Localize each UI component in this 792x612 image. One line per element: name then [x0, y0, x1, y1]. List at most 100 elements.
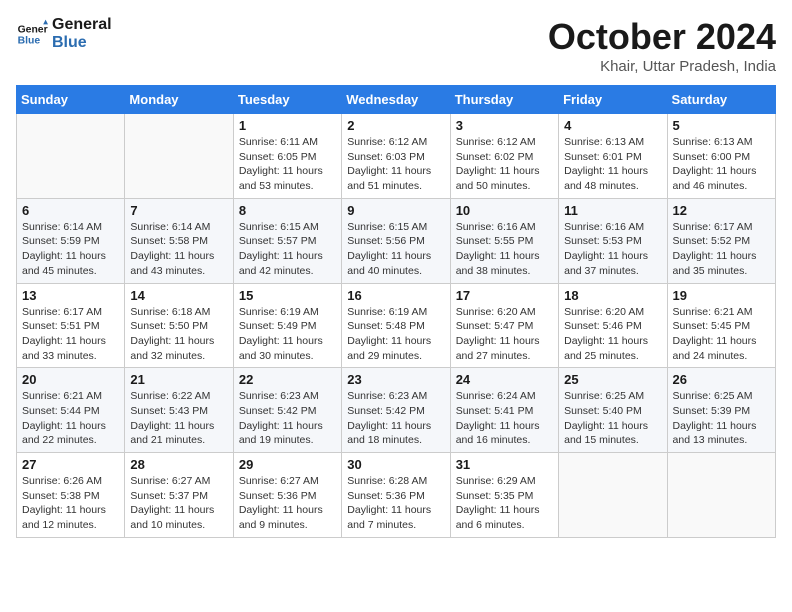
title-area: October 2024 Khair, Uttar Pradesh, India: [548, 16, 776, 75]
page-header: General Blue General Blue October 2024 K…: [16, 16, 776, 75]
day-info: Sunrise: 6:14 AM Sunset: 5:59 PM Dayligh…: [22, 220, 119, 279]
day-number: 18: [564, 288, 661, 303]
day-number: 28: [130, 457, 227, 472]
day-number: 5: [673, 118, 770, 133]
calendar-cell: 6 Sunrise: 6:14 AM Sunset: 5:59 PM Daylig…: [17, 198, 125, 283]
calendar-cell: 10 Sunrise: 6:16 AM Sunset: 5:55 PM Dayli…: [450, 198, 558, 283]
weekday-header: Friday: [559, 86, 667, 114]
day-info: Sunrise: 6:13 AM Sunset: 6:00 PM Dayligh…: [673, 135, 770, 194]
day-number: 10: [456, 203, 553, 218]
day-number: 8: [239, 203, 336, 218]
calendar-cell: [559, 453, 667, 538]
day-info: Sunrise: 6:15 AM Sunset: 5:57 PM Dayligh…: [239, 220, 336, 279]
day-number: 31: [456, 457, 553, 472]
location: Khair, Uttar Pradesh, India: [548, 58, 776, 75]
calendar-table: SundayMondayTuesdayWednesdayThursdayFrid…: [16, 85, 776, 538]
calendar-cell: [17, 114, 125, 199]
day-number: 29: [239, 457, 336, 472]
day-number: 19: [673, 288, 770, 303]
weekday-header: Monday: [125, 86, 233, 114]
day-number: 7: [130, 203, 227, 218]
day-info: Sunrise: 6:20 AM Sunset: 5:47 PM Dayligh…: [456, 305, 553, 364]
day-info: Sunrise: 6:22 AM Sunset: 5:43 PM Dayligh…: [130, 389, 227, 448]
day-info: Sunrise: 6:26 AM Sunset: 5:38 PM Dayligh…: [22, 474, 119, 533]
month-title: October 2024: [548, 16, 776, 58]
calendar-cell: 1Sunrise: 6:11 AM Sunset: 6:05 PM Daylig…: [233, 114, 341, 199]
day-number: 11: [564, 203, 661, 218]
calendar-cell: 25Sunrise: 6:25 AM Sunset: 5:40 PM Dayli…: [559, 368, 667, 453]
day-number: 26: [673, 372, 770, 387]
day-number: 14: [130, 288, 227, 303]
day-number: 22: [239, 372, 336, 387]
day-info: Sunrise: 6:20 AM Sunset: 5:46 PM Dayligh…: [564, 305, 661, 364]
day-info: Sunrise: 6:16 AM Sunset: 5:55 PM Dayligh…: [456, 220, 553, 279]
calendar-cell: 28Sunrise: 6:27 AM Sunset: 5:37 PM Dayli…: [125, 453, 233, 538]
day-info: Sunrise: 6:14 AM Sunset: 5:58 PM Dayligh…: [130, 220, 227, 279]
day-info: Sunrise: 6:12 AM Sunset: 6:02 PM Dayligh…: [456, 135, 553, 194]
calendar-cell: 31 Sunrise: 6:29 AM Sunset: 5:35 PM Dayli…: [450, 453, 558, 538]
day-number: 15: [239, 288, 336, 303]
day-info: Sunrise: 6:21 AM Sunset: 5:44 PM Dayligh…: [22, 389, 119, 448]
day-info: Sunrise: 6:19 AM Sunset: 5:48 PM Dayligh…: [347, 305, 444, 364]
calendar-cell: 15 Sunrise: 6:19 AM Sunset: 5:49 PM Dayli…: [233, 283, 341, 368]
day-info: Sunrise: 6:12 AM Sunset: 6:03 PM Dayligh…: [347, 135, 444, 194]
calendar-cell: 24Sunrise: 6:24 AM Sunset: 5:41 PM Dayli…: [450, 368, 558, 453]
calendar-cell: 8 Sunrise: 6:15 AM Sunset: 5:57 PM Daylig…: [233, 198, 341, 283]
day-number: 17: [456, 288, 553, 303]
day-info: Sunrise: 6:13 AM Sunset: 6:01 PM Dayligh…: [564, 135, 661, 194]
day-number: 23: [347, 372, 444, 387]
day-info: Sunrise: 6:29 AM Sunset: 5:35 PM Dayligh…: [456, 474, 553, 533]
day-number: 12: [673, 203, 770, 218]
weekday-header: Thursday: [450, 86, 558, 114]
weekday-header: Wednesday: [342, 86, 450, 114]
calendar-cell: 17 Sunrise: 6:20 AM Sunset: 5:47 PM Dayli…: [450, 283, 558, 368]
calendar-cell: 19 Sunrise: 6:21 AM Sunset: 5:45 PM Dayli…: [667, 283, 775, 368]
day-info: Sunrise: 6:23 AM Sunset: 5:42 PM Dayligh…: [347, 389, 444, 448]
day-info: Sunrise: 6:19 AM Sunset: 5:49 PM Dayligh…: [239, 305, 336, 364]
calendar-cell: 14 Sunrise: 6:18 AM Sunset: 5:50 PM Dayli…: [125, 283, 233, 368]
calendar-cell: 23 Sunrise: 6:23 AM Sunset: 5:42 PM Dayli…: [342, 368, 450, 453]
calendar-cell: 26 Sunrise: 6:25 AM Sunset: 5:39 PM Dayli…: [667, 368, 775, 453]
calendar-cell: 27Sunrise: 6:26 AM Sunset: 5:38 PM Dayli…: [17, 453, 125, 538]
calendar-cell: 4Sunrise: 6:13 AM Sunset: 6:01 PM Daylig…: [559, 114, 667, 199]
day-number: 3: [456, 118, 553, 133]
day-number: 6: [22, 203, 119, 218]
weekday-header: Tuesday: [233, 86, 341, 114]
logo: General Blue General Blue: [16, 16, 112, 51]
calendar-cell: 13 Sunrise: 6:17 AM Sunset: 5:51 PM Dayli…: [17, 283, 125, 368]
day-info: Sunrise: 6:18 AM Sunset: 5:50 PM Dayligh…: [130, 305, 227, 364]
calendar-cell: 2 Sunrise: 6:12 AM Sunset: 6:03 PM Daylig…: [342, 114, 450, 199]
day-info: Sunrise: 6:24 AM Sunset: 5:41 PM Dayligh…: [456, 389, 553, 448]
day-number: 25: [564, 372, 661, 387]
logo-icon: General Blue: [16, 18, 48, 50]
logo-blue: Blue: [52, 34, 112, 52]
day-info: Sunrise: 6:23 AM Sunset: 5:42 PM Dayligh…: [239, 389, 336, 448]
calendar-cell: 3 Sunrise: 6:12 AM Sunset: 6:02 PM Daylig…: [450, 114, 558, 199]
calendar-cell: [125, 114, 233, 199]
calendar-cell: 21 Sunrise: 6:22 AM Sunset: 5:43 PM Dayli…: [125, 368, 233, 453]
svg-text:General: General: [18, 24, 48, 35]
calendar-cell: 5 Sunrise: 6:13 AM Sunset: 6:00 PM Daylig…: [667, 114, 775, 199]
calendar-cell: 18 Sunrise: 6:20 AM Sunset: 5:46 PM Dayli…: [559, 283, 667, 368]
day-info: Sunrise: 6:21 AM Sunset: 5:45 PM Dayligh…: [673, 305, 770, 364]
calendar-cell: 7 Sunrise: 6:14 AM Sunset: 5:58 PM Daylig…: [125, 198, 233, 283]
calendar-cell: [667, 453, 775, 538]
day-number: 21: [130, 372, 227, 387]
day-number: 30: [347, 457, 444, 472]
day-number: 20: [22, 372, 119, 387]
calendar-cell: 9Sunrise: 6:15 AM Sunset: 5:56 PM Daylig…: [342, 198, 450, 283]
day-info: Sunrise: 6:25 AM Sunset: 5:39 PM Dayligh…: [673, 389, 770, 448]
calendar-cell: 16Sunrise: 6:19 AM Sunset: 5:48 PM Dayli…: [342, 283, 450, 368]
calendar-cell: 29 Sunrise: 6:27 AM Sunset: 5:36 PM Dayli…: [233, 453, 341, 538]
svg-text:Blue: Blue: [18, 35, 41, 46]
calendar-cell: 20 Sunrise: 6:21 AM Sunset: 5:44 PM Dayli…: [17, 368, 125, 453]
day-info: Sunrise: 6:27 AM Sunset: 5:36 PM Dayligh…: [239, 474, 336, 533]
day-info: Sunrise: 6:17 AM Sunset: 5:52 PM Dayligh…: [673, 220, 770, 279]
calendar-cell: 22 Sunrise: 6:23 AM Sunset: 5:42 PM Dayli…: [233, 368, 341, 453]
day-info: Sunrise: 6:17 AM Sunset: 5:51 PM Dayligh…: [22, 305, 119, 364]
day-info: Sunrise: 6:15 AM Sunset: 5:56 PM Dayligh…: [347, 220, 444, 279]
day-number: 13: [22, 288, 119, 303]
day-number: 2: [347, 118, 444, 133]
day-number: 1: [239, 118, 336, 133]
day-info: Sunrise: 6:28 AM Sunset: 5:36 PM Dayligh…: [347, 474, 444, 533]
